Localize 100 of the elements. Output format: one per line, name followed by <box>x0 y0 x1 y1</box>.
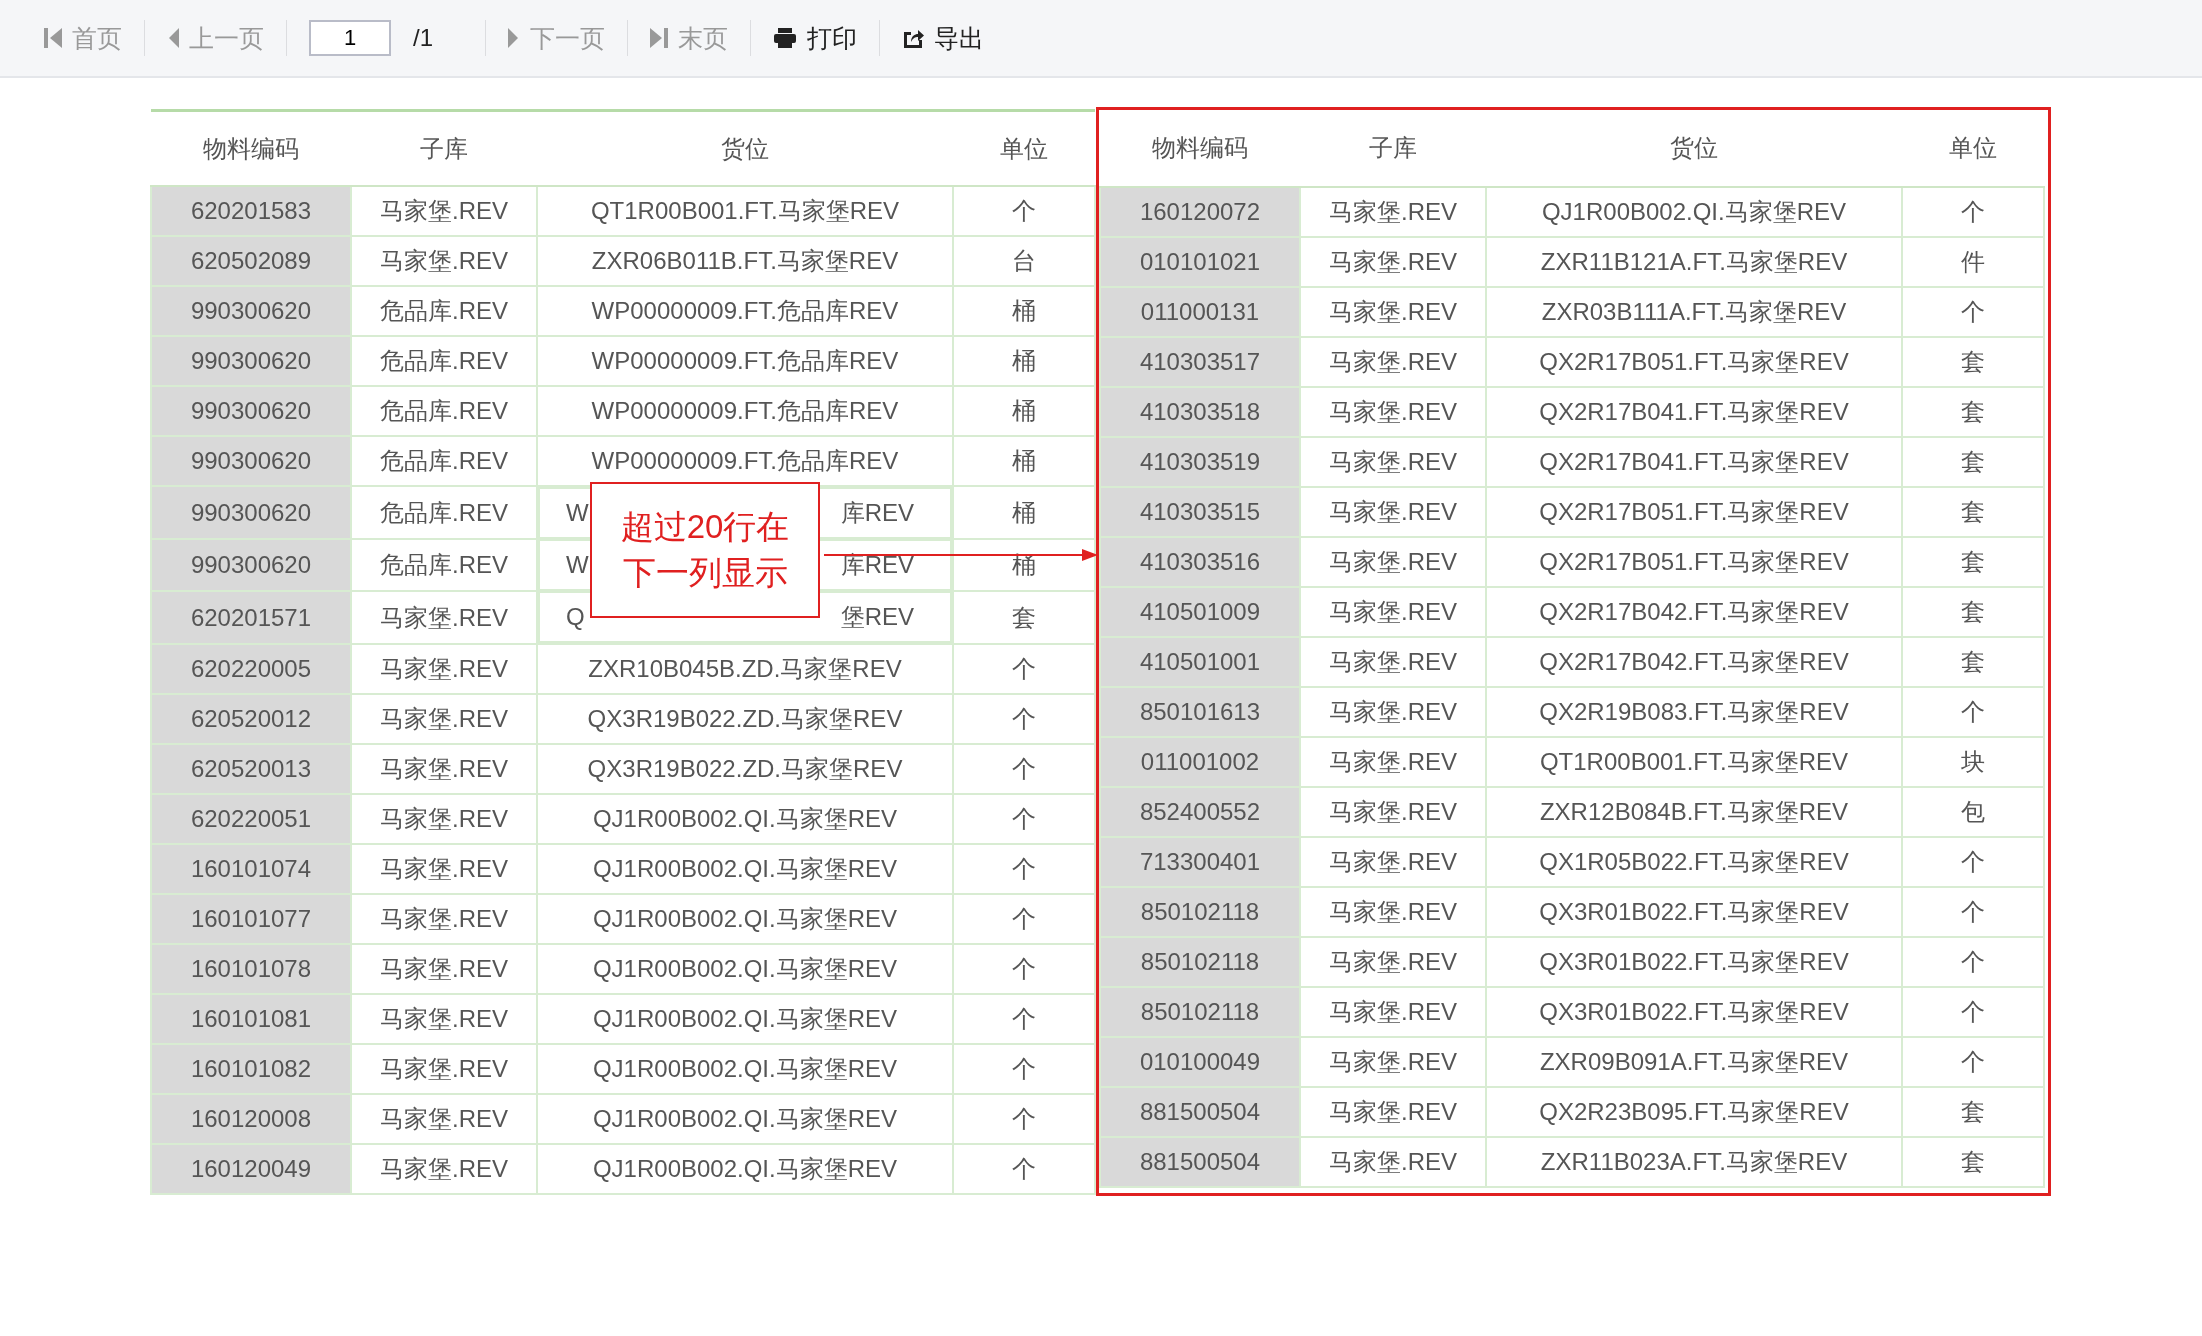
table-cell: QX2R17B041.FT.马家堡REV <box>1486 387 1902 437</box>
table-cell: 620502089 <box>151 236 351 286</box>
table-cell: 危品库.REV <box>351 486 537 539</box>
table-cell: 个 <box>953 944 1095 994</box>
table-cell: QX2R17B051.FT.马家堡REV <box>1486 537 1902 587</box>
table-cell: 件 <box>1902 237 2044 287</box>
table-cell: 马家堡.REV <box>1300 587 1486 637</box>
last-page-icon <box>650 26 668 50</box>
table-cell: 马家堡.REV <box>1300 737 1486 787</box>
table-cell: QX2R19B083.FT.马家堡REV <box>1486 687 1902 737</box>
table-cell: 套 <box>1902 337 2044 387</box>
table-cell: 马家堡.REV <box>351 644 537 694</box>
table-cell: 160101078 <box>151 944 351 994</box>
table-cell: 850101613 <box>1100 687 1300 737</box>
table-cell: 852400552 <box>1100 787 1300 837</box>
table-cell: 马家堡.REV <box>1300 437 1486 487</box>
table-cell: QX2R17B051.FT.马家堡REV <box>1486 337 1902 387</box>
toolbar-button[interactable]: 导出 <box>902 21 984 55</box>
table-cell: QX3R01B022.FT.马家堡REV <box>1486 987 1902 1037</box>
table-cell: 个 <box>1902 987 2044 1037</box>
table-cell: 410501009 <box>1100 587 1300 637</box>
left-triangle-icon <box>167 26 179 50</box>
table-cell: 160101082 <box>151 1044 351 1094</box>
table-cell: 410501001 <box>1100 637 1300 687</box>
table-cell: 马家堡.REV <box>1300 637 1486 687</box>
table-cell: 160101074 <box>151 844 351 894</box>
table-cell: 990300620 <box>151 436 351 486</box>
table-cell: QJ1R00B002.QI.马家堡REV <box>537 844 953 894</box>
callout-text: 超过20行在 <box>620 506 790 547</box>
table-cell: 马家堡.REV <box>351 844 537 894</box>
table-cell: 马家堡.REV <box>351 694 537 744</box>
table-cell: 危品库.REV <box>351 286 537 336</box>
table-cell: 马家堡.REV <box>351 994 537 1044</box>
table-cell: 个 <box>953 844 1095 894</box>
page-number-field[interactable]: 1 <box>309 20 391 56</box>
table-cell: QJ1R00B002.QI.马家堡REV <box>1486 187 1902 237</box>
table-cell: 个 <box>1902 837 2044 887</box>
table-cell: 套 <box>1902 1087 2044 1137</box>
table-cell: 套 <box>1902 587 2044 637</box>
table-cell: QX2R17B051.FT.马家堡REV <box>1486 487 1902 537</box>
table-cell: 990300620 <box>151 286 351 336</box>
table-cell: 马家堡.REV <box>1300 537 1486 587</box>
cell-text: Q <box>566 603 585 631</box>
table-cell: 个 <box>953 1144 1095 1194</box>
table-cell: 620201583 <box>151 186 351 236</box>
table-cell: 危品库.REV <box>351 336 537 386</box>
table-cell: 马家堡.REV <box>1300 1137 1486 1187</box>
table-cell: 桶 <box>953 436 1095 486</box>
table-cell: 个 <box>953 1044 1095 1094</box>
table-cell: 套 <box>953 591 1095 644</box>
table-cell: QJ1R00B002.QI.马家堡REV <box>537 794 953 844</box>
table-cell: 990300620 <box>151 336 351 386</box>
table-cell: WP00000009.FT.危品库REV <box>537 336 953 386</box>
table-cell: 危品库.REV <box>351 539 537 591</box>
table-cell: 马家堡.REV <box>351 1144 537 1194</box>
table-cell: 马家堡.REV <box>351 1044 537 1094</box>
cell-text: 堡REV <box>840 602 914 632</box>
table-cell: 160120008 <box>151 1094 351 1144</box>
table-cell: ZXR10B045B.ZD.马家堡REV <box>537 644 953 694</box>
cell-text: 库REV <box>840 498 914 528</box>
table-cell: QT1R00B001.FT.马家堡REV <box>1486 737 1902 787</box>
table-cell: 马家堡.REV <box>351 236 537 286</box>
table-cell: QX3R01B022.FT.马家堡REV <box>1486 887 1902 937</box>
toolbar-button[interactable]: 打印 <box>773 21 857 55</box>
table-cell: ZXR12B084B.FT.马家堡REV <box>1486 787 1902 837</box>
table-cell: 套 <box>1902 1137 2044 1187</box>
table-cell: 桶 <box>953 336 1095 386</box>
table-cell: 马家堡.REV <box>1300 287 1486 337</box>
table-cell: QJ1R00B002.QI.马家堡REV <box>537 1044 953 1094</box>
table-cell: 马家堡.REV <box>1300 337 1486 387</box>
column-header: 单位 <box>953 110 1095 186</box>
table-cell: 马家堡.REV <box>1300 687 1486 737</box>
table-cell: QJ1R00B002.QI.马家堡REV <box>537 1094 953 1144</box>
table-cell: QJ1R00B002.QI.马家堡REV <box>537 894 953 944</box>
table-cell: 套 <box>1902 387 2044 437</box>
table-cell: 个 <box>1902 287 2044 337</box>
table-cell: 410303515 <box>1100 487 1300 537</box>
table-cell: 马家堡.REV <box>1300 187 1486 237</box>
table-cell: 990300620 <box>151 486 351 539</box>
right-triangle-icon <box>508 26 520 50</box>
column-header: 货位 <box>537 110 953 186</box>
table-cell: 881500504 <box>1100 1137 1300 1187</box>
table-cell: ZXR06B011B.FT.马家堡REV <box>537 236 953 286</box>
table-cell: 马家堡.REV <box>1300 487 1486 537</box>
table-cell: 马家堡.REV <box>351 186 537 236</box>
table-cell: QX3R19B022.ZD.马家堡REV <box>537 744 953 794</box>
table-cell: 套 <box>1902 487 2044 537</box>
table-cell: 个 <box>953 894 1095 944</box>
table-cell: 危品库.REV <box>351 436 537 486</box>
table-cell: 011000131 <box>1100 287 1300 337</box>
table-cell: ZXR11B023A.FT.马家堡REV <box>1486 1137 1902 1187</box>
table-cell: 713300401 <box>1100 837 1300 887</box>
table-cell: QJ1R00B002.QI.马家堡REV <box>537 1144 953 1194</box>
table-cell: 160101081 <box>151 994 351 1044</box>
table-cell: 个 <box>1902 887 2044 937</box>
table-cell: QX3R01B022.FT.马家堡REV <box>1486 937 1902 987</box>
table-cell: 个 <box>953 744 1095 794</box>
table-cell: 410303518 <box>1100 387 1300 437</box>
table-cell: 个 <box>953 694 1095 744</box>
table-cell: 块 <box>1902 737 2044 787</box>
